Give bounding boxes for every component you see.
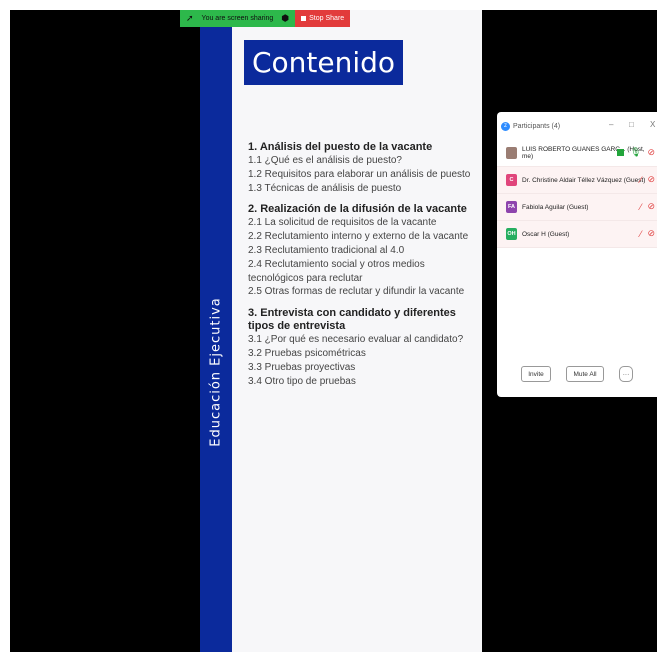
participant-status-icons: ⁄ ⊘ [640,201,655,212]
video-off-icon[interactable]: ⊘ [647,174,655,185]
panel-header: z Participants (4) – □ X [497,112,657,140]
table-of-contents: 1. Análisis del puesto de la vacante 1.1… [248,141,480,388]
share-status: ➚ You are screen sharing ⬢ [180,10,296,27]
list-item: 1.2 Requisitos para elaborar un análisis… [248,168,471,180]
participant-name: Dr. Christine Aldair Téllez Vázquez (Gue… [522,176,646,184]
section-title: 3. Entrevista con candidato y diferentes… [248,307,456,333]
zoom-logo-icon: z [501,121,510,131]
stop-share-label: Stop Share [309,15,345,22]
close-button[interactable]: X [650,120,655,129]
left-margin [0,0,10,652]
avatar: OH [506,228,517,240]
minimize-button[interactable]: – [609,120,613,129]
maximize-button[interactable]: □ [629,120,634,129]
microphone-muted-icon[interactable]: ⁄ [640,175,642,185]
participant-row[interactable]: LUIS ROBERTO GUANES GARC... (Host, me) 🎙… [497,140,657,167]
list-item: 2.4 Reclutamiento social y otros medios … [248,258,425,284]
shield-icon[interactable]: ⬢ [281,13,289,24]
list-item: 2.3 Reclutamiento tradicional al 4.0 [248,244,405,256]
avatar: FA [506,201,517,213]
list-item: 3.2 Pruebas psicométricas [248,347,366,359]
participant-name: Oscar H (Guest) [522,230,570,238]
more-options-button[interactable]: ··· [619,366,633,382]
list-item: 1.1 ¿Qué es el análisis de puesto? [248,155,402,166]
presentation-slide: Educación Ejecutiva Contenido 1. Análisi… [200,10,482,652]
video-on-icon[interactable] [617,149,625,156]
screen-share-bar: ➚ You are screen sharing ⬢ Stop Share [180,10,351,27]
microphone-muted-icon[interactable]: ⁄ [640,202,642,212]
share-arrow-icon: ➚ [186,13,194,23]
video-off-icon[interactable]: ⊘ [647,228,655,239]
participant-row[interactable]: FA Fabiola Aguilar (Guest) ⁄ ⊘ [497,194,657,221]
share-status-text: You are screen sharing [201,15,274,22]
list-item: 3.4 Otro tipo de pruebas [248,375,356,387]
participant-row[interactable]: OH Oscar H (Guest) ⁄ ⊘ [497,221,657,248]
avatar: C [506,174,517,186]
video-off-icon[interactable]: ⊘ [647,147,655,158]
list-item: 2.1 La solicitud de requisitos de la vac… [248,217,437,229]
slide-title: Contenido [252,46,396,79]
slide-side-bar: Educación Ejecutiva [200,10,232,652]
panel-buttons: Invite Mute All ··· [521,366,633,382]
section-title: 1. Análisis del puesto de la vacante [248,141,433,153]
list-item: 1.3 Técnicas de análisis de puesto [248,182,402,194]
list-item: 2.2 Reclutamiento interno y externo de l… [248,231,469,243]
participant-status-icons: 🎙 ⊘ [617,147,655,158]
slide-vertical-label: Educación Ejecutiva [208,297,224,447]
participants-panel: z Participants (4) – □ X LUIS ROBERTO GU… [497,112,657,397]
avatar [506,147,517,159]
participant-name: Fabiola Aguilar (Guest) [522,203,589,211]
invite-button[interactable]: Invite [521,366,551,382]
slide-title-box: Contenido [244,40,404,85]
participant-status-icons: ⁄ ⊘ [640,174,655,185]
list-item: 2.5 Otras formas de reclutar y difundir … [248,286,465,298]
stop-share-button[interactable]: Stop Share [295,10,351,27]
list-item: 3.3 Pruebas proyectivas [248,361,356,373]
panel-title: Participants (4) [513,122,561,130]
section-title: 2. Realización de la difusión de la vaca… [248,203,467,216]
stop-icon [301,16,307,21]
list-item: 3.1 ¿Por qué es necesario evaluar al can… [248,334,464,346]
mute-all-button[interactable]: Mute All [566,366,604,382]
microphone-muted-icon[interactable]: ⁄ [640,229,642,239]
video-off-icon[interactable]: ⊘ [647,201,655,212]
microphone-on-icon[interactable]: 🎙 [630,147,641,158]
participant-row[interactable]: C Dr. Christine Aldair Téllez Vázquez (G… [497,167,657,194]
participant-status-icons: ⁄ ⊘ [640,228,655,239]
